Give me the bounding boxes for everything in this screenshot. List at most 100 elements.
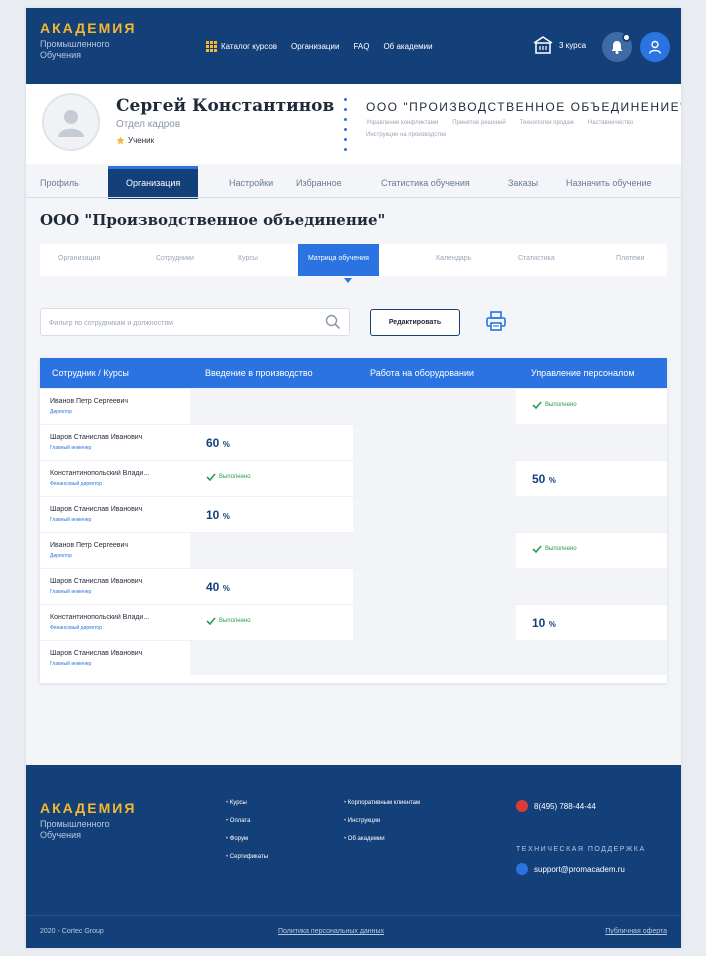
table-row: Шаров Станислав Иванович Главный инженер 1… [40, 496, 667, 532]
org-tag: Инструкции на производстве [366, 132, 447, 138]
tab-statistics[interactable]: Статистика обучения [381, 178, 470, 188]
employee-cell[interactable]: Шаров Станислав Иванович Главный инженер [40, 497, 190, 532]
course-progress-cell[interactable] [353, 605, 516, 640]
notifications-button[interactable] [602, 32, 632, 62]
site-header: АКАДЕМИЯ Промышленного Обучения Каталог … [26, 8, 681, 84]
employee-cell[interactable]: Иванов Петр Сергеевич Директор [40, 533, 190, 568]
percent-sign: % [222, 584, 230, 593]
footer-link-about[interactable]: Об академии [344, 836, 420, 842]
course-progress-cell[interactable] [516, 641, 667, 675]
completed-status: Выполнено [532, 401, 577, 409]
subtab-calendar[interactable]: Календарь [436, 255, 471, 262]
course-progress-cell[interactable] [190, 533, 353, 568]
course-progress-cell[interactable] [516, 497, 667, 532]
progress-value: 10 [532, 616, 546, 630]
footer-logo-title[interactable]: АКАДЕМИЯ [40, 800, 136, 816]
course-progress-cell[interactable]: 60 % [190, 425, 353, 460]
tab-organization[interactable]: Организация [108, 166, 199, 199]
search-icon[interactable] [325, 314, 341, 330]
tab-orders[interactable]: Заказы [508, 178, 538, 188]
course-progress-cell[interactable]: 40 % [190, 569, 353, 604]
course-progress-cell[interactable] [353, 497, 516, 532]
main-nav: Каталог курсов Организации FAQ Об академ… [206, 41, 433, 52]
footer-public-offer-link[interactable]: Публичная оферта [605, 928, 667, 935]
table-row: Иванов Петр Сергеевич Директор Выполнено [40, 532, 667, 568]
completed-label: Выполнено [219, 474, 251, 480]
logo-title[interactable]: АКАДЕМИЯ [40, 20, 136, 36]
course-progress-cell[interactable]: Выполнено [516, 533, 667, 568]
employee-cell[interactable]: Шаров Станислав Иванович Главный инженер [40, 569, 190, 604]
course-progress-cell[interactable]: Выполнено [190, 605, 353, 640]
course-progress-cell[interactable]: 10 % [190, 497, 353, 532]
progress-value: 50 [532, 472, 546, 486]
course-progress-cell[interactable]: 10 % [516, 605, 667, 640]
subtab-employees[interactable]: Сотрудники [156, 255, 194, 262]
progress-value: 40 [206, 580, 220, 594]
subtab-payments[interactable]: Платежи [616, 255, 644, 262]
tab-favorites[interactable]: Избранное [296, 178, 342, 188]
table-row: Шаров Станислав Иванович Главный инженер 4… [40, 568, 667, 604]
notification-badge [622, 33, 631, 42]
table-row: Константинопольский Влади... Финансовый д… [40, 604, 667, 640]
subtab-courses[interactable]: Курсы [238, 255, 258, 262]
course-progress-cell[interactable] [353, 533, 516, 568]
subtab-statistics[interactable]: Статистика [518, 255, 555, 262]
cart-button[interactable]: 3 курса [532, 35, 586, 55]
course-progress-cell[interactable] [516, 569, 667, 604]
phone-icon [516, 800, 528, 812]
progress-value: 60 [206, 436, 220, 450]
course-progress-cell[interactable] [190, 641, 353, 675]
course-progress-cell[interactable] [353, 641, 516, 675]
employee-cell[interactable]: Шаров Станислав Иванович Главный инженер [40, 641, 190, 675]
active-subtab-indicator [344, 278, 352, 283]
course-progress-cell[interactable]: Выполнено [516, 389, 667, 424]
course-progress-cell[interactable] [516, 425, 667, 460]
footer-link-certificates[interactable]: Сертификаты [226, 854, 268, 860]
footer-link-courses[interactable]: Курсы [226, 800, 268, 806]
course-progress-cell[interactable] [190, 389, 353, 424]
column-header-course: Работа на оборудовании [370, 368, 474, 378]
footer-link-instructions[interactable]: Инструкции [344, 818, 420, 824]
footer-privacy-policy-link[interactable]: Политика персональных данных [278, 928, 384, 935]
footer-link-payment[interactable]: Оплата [226, 818, 268, 824]
user-icon [648, 40, 662, 54]
footer-link-corporate[interactable]: Корпоративным клиентам [344, 800, 420, 806]
nav-catalog[interactable]: Каталог курсов [206, 41, 277, 52]
tab-assign-training[interactable]: Назначить обучение [566, 178, 652, 188]
course-progress-cell[interactable]: 50 % [516, 461, 667, 496]
nav-about[interactable]: Об академии [383, 42, 432, 51]
avatar[interactable] [42, 93, 100, 151]
employee-cell[interactable]: Константинопольский Влади... Финансовый д… [40, 461, 190, 496]
course-progress-cell[interactable] [353, 389, 516, 424]
print-button[interactable] [485, 310, 507, 337]
footer-phone[interactable]: 8(495) 788-44-44 [516, 800, 596, 812]
check-icon [206, 617, 216, 625]
employee-position: Главный инженер [50, 517, 92, 523]
course-progress-cell[interactable] [353, 425, 516, 460]
completed-status: Выполнено [532, 545, 577, 553]
footer-email[interactable]: support@promacadem.ru [516, 863, 625, 875]
tab-settings[interactable]: Настройки [229, 178, 273, 188]
nav-organizations[interactable]: Организации [291, 42, 339, 51]
filter-input[interactable] [49, 316, 309, 330]
footer-phone-number: 8(495) 788-44-44 [534, 801, 596, 811]
employee-position: Главный инженер [50, 661, 92, 667]
footer-email-address: support@promacadem.ru [534, 864, 625, 874]
user-menu-button[interactable] [640, 32, 670, 62]
subtab-training-matrix[interactable]: Матрица обучения [298, 244, 379, 276]
nav-faq[interactable]: FAQ [353, 42, 369, 51]
subtab-organization[interactable]: Организация [58, 255, 100, 262]
employee-cell[interactable]: Иванов Петр Сергеевич Директор [40, 389, 190, 424]
employee-cell[interactable]: Константинопольский Влади... Финансовый д… [40, 605, 190, 640]
employee-cell[interactable]: Шаров Станислав Иванович Главный инженер [40, 425, 190, 460]
edit-button[interactable]: Редактировать [370, 309, 460, 336]
course-progress-cell[interactable] [353, 461, 516, 496]
page: АКАДЕМИЯ Промышленного Обучения Каталог … [26, 8, 681, 948]
check-icon [206, 473, 216, 481]
completed-status: Выполнено [206, 473, 251, 481]
course-progress-cell[interactable]: Выполнено [190, 461, 353, 496]
tab-profile[interactable]: Профиль [40, 178, 79, 188]
footer-link-forum[interactable]: Форум [226, 836, 268, 842]
progress-percent: 10 % [206, 508, 230, 522]
course-progress-cell[interactable] [353, 569, 516, 604]
